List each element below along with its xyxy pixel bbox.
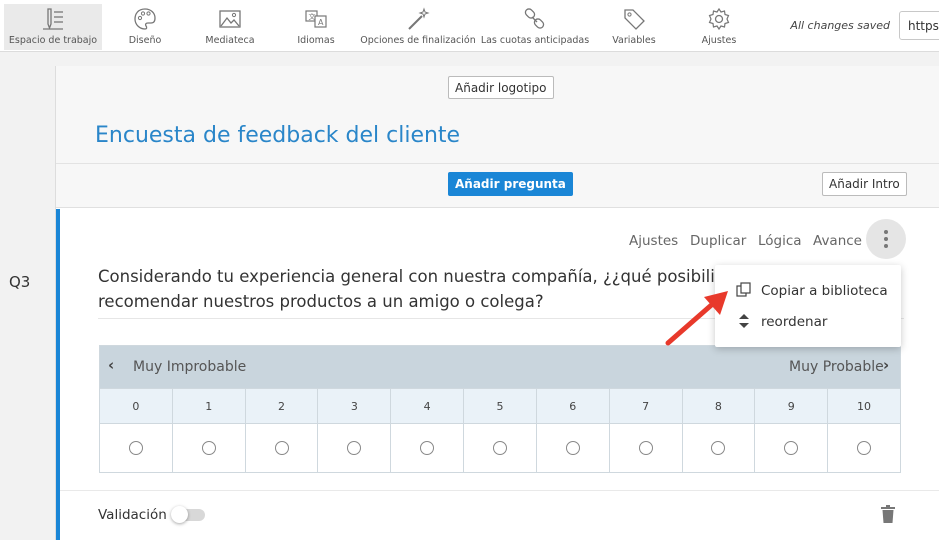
scale-radio-4[interactable]	[420, 441, 435, 455]
validation-label: Validación	[98, 507, 167, 523]
scale-value: 8	[681, 389, 755, 423]
menu-item-label: reordenar	[761, 314, 828, 330]
scale-value: 3	[317, 389, 390, 423]
scale-radios-row	[100, 423, 900, 472]
scale-value: 6	[535, 389, 609, 423]
advanced-link[interactable]: Avance	[813, 233, 862, 249]
top-toolbar: Espacio de trabajo Diseño Mediateca 文 A …	[0, 0, 939, 52]
palette-icon	[134, 8, 156, 30]
toggle-knob	[171, 506, 188, 523]
scale-header: ‹ Muy Improbable Muy Probable ›	[100, 346, 900, 388]
scale-radio-6[interactable]	[565, 441, 580, 455]
scale-radio-9[interactable]	[784, 441, 799, 455]
menu-item-copy-to-library[interactable]: Copiar a biblioteca	[715, 275, 901, 305]
scale-radio-5[interactable]	[492, 441, 507, 455]
toolbar-item-quotas[interactable]: Las cuotas anticipadas	[481, 4, 589, 50]
radio-cell	[608, 424, 682, 472]
scale-radio-7[interactable]	[638, 441, 653, 455]
save-status: All changes saved	[790, 19, 890, 32]
scale-value: 10	[827, 389, 900, 423]
nps-scale: ‹ Muy Improbable Muy Probable › 0 1 2 3 …	[99, 345, 901, 473]
scale-radio-8[interactable]	[711, 441, 726, 455]
add-logo-button[interactable]: Añadir logotipo	[448, 76, 554, 99]
more-dot-icon	[884, 244, 888, 248]
scale-value: 1	[171, 389, 245, 423]
annotation-arrow-icon	[665, 291, 728, 346]
radio-cell	[827, 424, 900, 472]
menu-item-label: Copiar a biblioteca	[761, 283, 888, 299]
image-icon	[219, 10, 241, 28]
radio-cell	[754, 424, 827, 472]
scale-radio-10[interactable]	[857, 441, 872, 455]
more-dot-icon	[884, 230, 888, 234]
scale-value: 5	[463, 389, 536, 423]
scale-radio-3[interactable]	[347, 441, 362, 455]
toolbar-item-label: Mediateca	[205, 35, 255, 46]
radio-cell	[390, 424, 463, 472]
toolbar-item-label: Opciones de finalización	[360, 35, 476, 46]
scale-radio-2[interactable]	[274, 441, 289, 455]
radio-cell	[244, 424, 318, 472]
survey-header: Añadir logotipo Encuesta de feedback del…	[56, 66, 939, 164]
more-options-button[interactable]	[866, 219, 906, 259]
radio-cell	[681, 424, 755, 472]
toolbar-item-workspace[interactable]: Espacio de trabajo	[4, 4, 102, 50]
gear-icon	[708, 7, 730, 31]
scale-value: 9	[754, 389, 827, 423]
survey-title[interactable]: Encuesta de feedback del cliente	[95, 123, 460, 148]
toolbar-item-media[interactable]: Mediateca	[198, 4, 262, 50]
divider	[60, 490, 939, 491]
question-number: Q3	[9, 273, 31, 291]
radio-cell	[317, 424, 390, 472]
toolbar-item-label: Diseño	[128, 35, 162, 46]
more-dot-icon	[884, 237, 888, 241]
share-url-field[interactable]: https	[899, 11, 939, 40]
tag-icon	[624, 9, 645, 30]
toolbar-item-label: Idiomas	[297, 35, 335, 46]
chevron-left-icon: ‹	[108, 356, 115, 374]
toolbar-item-end-options[interactable]: Opciones de finalización	[360, 4, 476, 50]
add-intro-button[interactable]: Añadir Intro	[822, 172, 907, 196]
radio-cell	[463, 424, 536, 472]
svg-text:A: A	[318, 18, 324, 27]
radio-cell	[535, 424, 609, 472]
toolbar-item-settings[interactable]: Ajustes	[692, 4, 746, 50]
toolbar-item-label: Variables	[612, 35, 656, 46]
scale-value: 7	[608, 389, 682, 423]
radio-cell	[100, 424, 172, 472]
duplicate-link[interactable]: Duplicar	[690, 233, 746, 249]
scale-low-label[interactable]: Muy Improbable	[133, 359, 246, 375]
chevron-right-icon: ›	[883, 356, 890, 374]
scale-value: 4	[390, 389, 463, 423]
toolbar-item-variables[interactable]: Variables	[604, 4, 664, 50]
scale-values-row: 0 1 2 3 4 5 6 7 8 9 10	[100, 388, 900, 423]
validation-toggle[interactable]	[171, 506, 205, 523]
translate-icon: 文 A	[305, 10, 327, 28]
logic-link[interactable]: Lógica	[758, 233, 802, 249]
toolbar-item-label: Espacio de trabajo	[8, 35, 98, 46]
menu-item-reorder[interactable]: reordenar	[715, 306, 901, 336]
toolbar-item-design[interactable]: Diseño	[113, 4, 177, 50]
magic-wand-icon	[408, 7, 430, 30]
toolbar-item-label: Ajustes	[701, 35, 737, 46]
scale-radio-1[interactable]	[201, 441, 216, 455]
scale-radio-0[interactable]	[128, 441, 143, 455]
question-block: Ajustes Duplicar Lógica Avance Considera…	[56, 209, 939, 540]
link-icon	[524, 8, 545, 29]
scale-value: 2	[244, 389, 318, 423]
question-settings-link[interactable]: Ajustes	[629, 233, 678, 249]
svg-text:文: 文	[309, 12, 316, 21]
more-options-menu: Copiar a biblioteca reordenar	[715, 265, 901, 347]
question-text[interactable]: Considerando tu experiencia general con …	[98, 264, 738, 314]
toolbar-item-languages[interactable]: 文 A Idiomas	[288, 4, 344, 50]
radio-cell	[171, 424, 245, 472]
scale-high-label[interactable]: Muy Probable	[789, 359, 884, 375]
toolbar-item-label: Las cuotas anticipadas	[480, 35, 590, 46]
scale-value: 0	[132, 400, 140, 413]
workspace-icon	[43, 8, 63, 30]
trash-icon[interactable]	[880, 505, 896, 523]
add-question-bar: Añadir pregunta Añadir Intro	[56, 164, 939, 208]
add-question-button[interactable]: Añadir pregunta	[448, 172, 573, 196]
